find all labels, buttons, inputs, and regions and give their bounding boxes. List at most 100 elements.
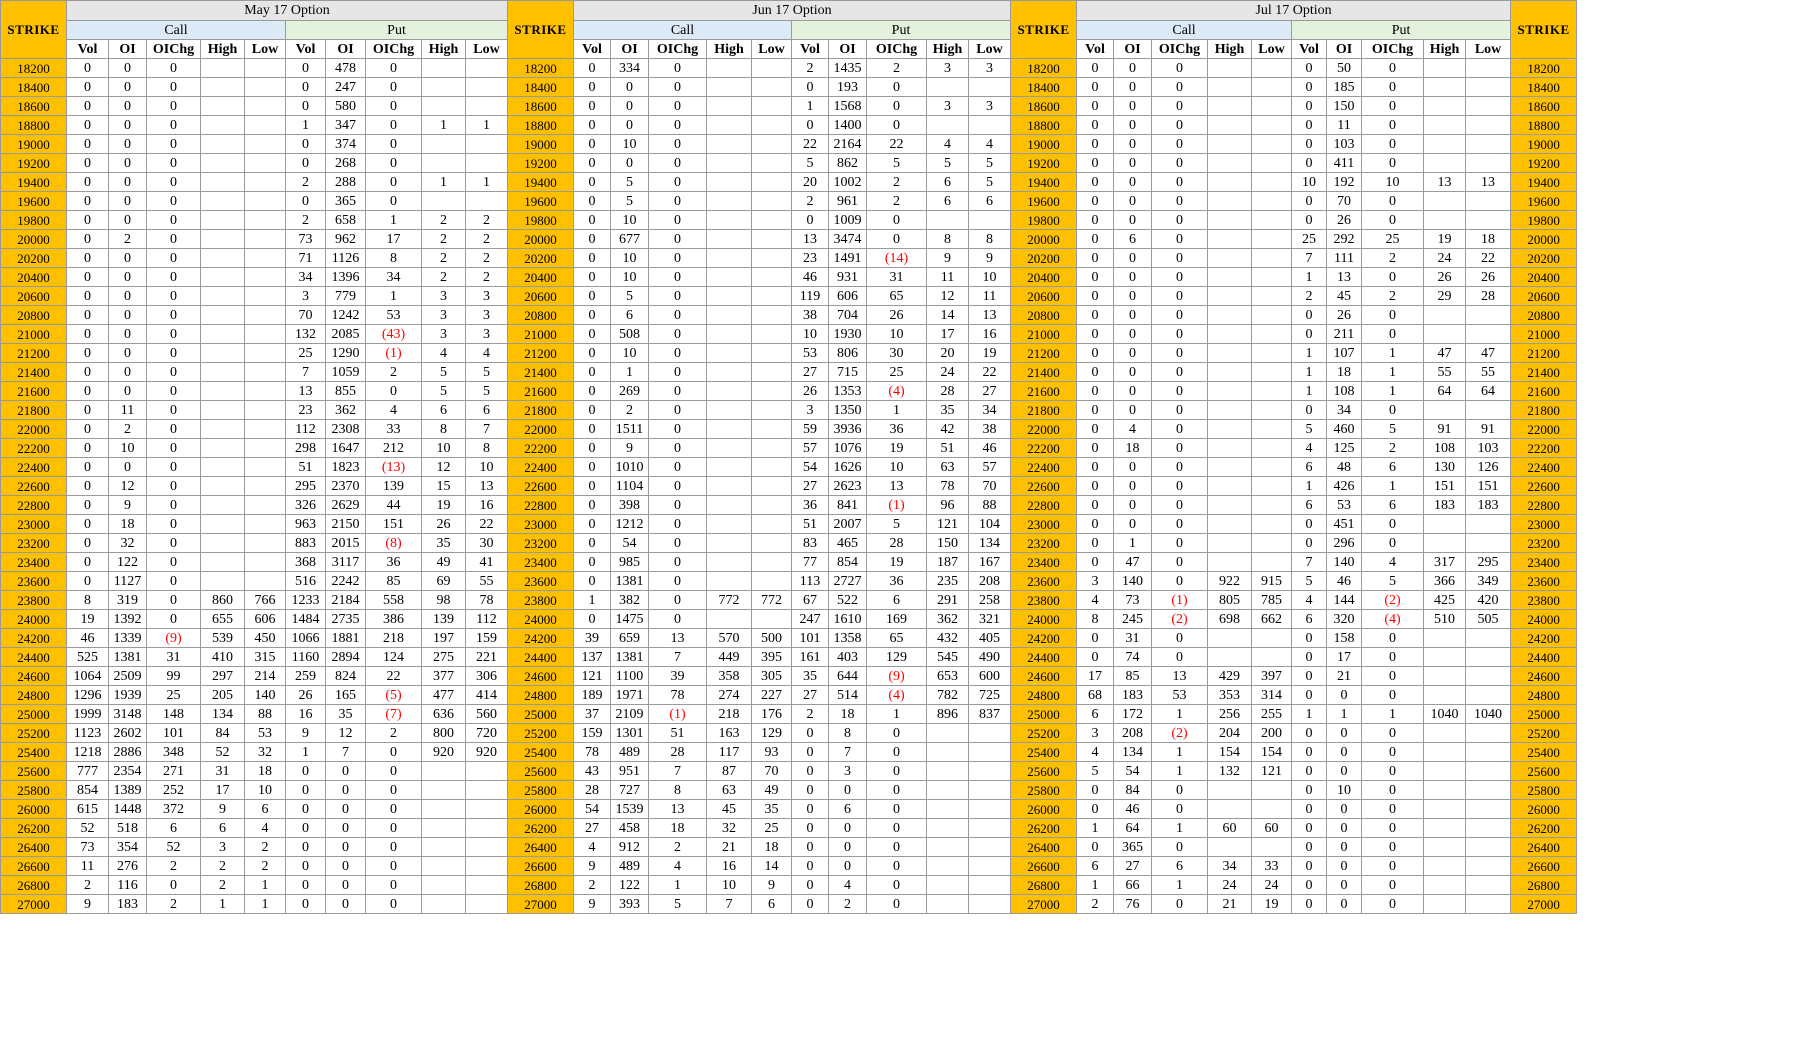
put-low-cell: 41 <box>465 552 508 572</box>
call-oichg-cell: 0 <box>648 96 707 116</box>
call-low-cell <box>244 58 286 78</box>
call-oi-cell: 0 <box>610 115 649 135</box>
put-oichg-cell: (2) <box>1361 590 1425 610</box>
put-high-cell: 1040 <box>1423 704 1467 724</box>
put-oi-cell: 0 <box>828 856 867 876</box>
column-header-high: High <box>1423 39 1467 59</box>
put-high-cell <box>1423 780 1467 800</box>
strike-cell: 24400 <box>507 647 574 667</box>
put-oi-cell: 365 <box>325 191 366 211</box>
call-oi-cell: 0 <box>610 153 649 173</box>
call-vol-cell: 2 <box>573 875 611 895</box>
put-low-cell <box>1465 837 1512 857</box>
call-high-cell <box>1207 647 1253 667</box>
call-low-cell <box>244 495 286 515</box>
strike-cell: 20600 <box>0 286 67 306</box>
call-low-cell <box>244 362 286 382</box>
put-oichg-cell: 4 <box>1361 552 1425 572</box>
put-vol-cell: 6 <box>1291 609 1328 629</box>
put-oichg-cell: 1 <box>1361 476 1425 496</box>
put-oi-cell: 1 <box>1326 704 1363 724</box>
put-vol-cell: 883 <box>285 533 326 553</box>
call-oi-cell: 365 <box>1113 837 1153 857</box>
call-high-cell <box>706 457 752 477</box>
call-low-cell <box>751 362 792 382</box>
call-oichg-cell: 0 <box>1151 305 1209 325</box>
put-oichg-cell: 0 <box>365 134 422 154</box>
put-vol-cell: 1160 <box>285 647 326 667</box>
call-oichg-cell: 78 <box>648 685 707 705</box>
put-oichg-cell: 1 <box>1361 343 1425 363</box>
call-high-cell <box>706 419 752 439</box>
column-header-high: High <box>421 39 466 59</box>
call-oi-cell: 2886 <box>108 742 147 762</box>
call-low-cell: 305 <box>751 666 792 686</box>
strike-cell: 20800 <box>1010 305 1078 325</box>
call-vol-cell: 43 <box>573 761 611 781</box>
call-low-cell: 129 <box>751 723 792 743</box>
put-high-cell <box>1423 324 1467 344</box>
call-low-cell <box>751 495 792 515</box>
put-high-cell <box>926 761 969 781</box>
put-oi-cell: 522 <box>828 590 867 610</box>
strike-cell: 21200 <box>0 343 67 363</box>
strike-cell: 23600 <box>507 571 574 591</box>
put-high-cell <box>1423 761 1467 781</box>
strike-cell: 22400 <box>507 457 574 477</box>
call-oichg-cell: 0 <box>648 305 707 325</box>
put-vol-cell: 0 <box>1291 134 1328 154</box>
strike-cell: 25800 <box>507 780 574 800</box>
put-high-cell <box>926 780 969 800</box>
call-vol-cell: 78 <box>573 742 611 762</box>
call-high-cell <box>1207 514 1253 534</box>
call-oi-cell: 85 <box>1113 666 1153 686</box>
strike-cell: 25000 <box>0 704 67 724</box>
put-low-cell: 3 <box>967 58 1012 78</box>
column-header-oichg: OIChg <box>648 39 707 59</box>
put-oichg-cell: 0 <box>1361 267 1425 287</box>
call-high-cell <box>200 134 245 154</box>
call-oichg-cell: 0 <box>648 533 707 553</box>
call-low-cell <box>1251 267 1293 287</box>
put-oi-cell: 1568 <box>828 96 867 116</box>
put-oi-cell: 514 <box>828 685 867 705</box>
put-oichg-cell: 36 <box>866 571 927 591</box>
put-high-cell: 362 <box>926 609 969 629</box>
call-vol-cell: 0 <box>66 343 109 363</box>
call-oi-cell: 84 <box>1113 780 1153 800</box>
put-vol-cell: 0 <box>1291 723 1328 743</box>
put-high-cell <box>926 723 969 743</box>
call-high-cell: 256 <box>1207 704 1253 724</box>
put-low-cell <box>465 191 508 211</box>
call-high-cell <box>706 552 752 572</box>
put-high-cell <box>421 191 466 211</box>
put-low-cell <box>1465 818 1512 838</box>
put-low-cell: 208 <box>967 571 1012 591</box>
strike-cell: 26600 <box>507 856 574 876</box>
call-high-cell <box>706 495 752 515</box>
call-low-cell <box>1251 172 1293 192</box>
strike-cell: 20600 <box>1510 286 1578 306</box>
strike-cell: 20800 <box>507 305 574 325</box>
strike-cell: 26000 <box>507 799 574 819</box>
call-high-cell: 63 <box>706 780 752 800</box>
strike-cell: 26400 <box>1010 837 1078 857</box>
put-oichg-cell: 0 <box>1361 894 1425 914</box>
call-high-cell: 698 <box>1207 609 1253 629</box>
call-oi-cell: 74 <box>1113 647 1153 667</box>
put-oichg-cell: 33 <box>365 419 422 439</box>
strike-cell: 22200 <box>1010 438 1078 458</box>
call-oichg-cell: 0 <box>1151 58 1209 78</box>
put-high-cell <box>1423 666 1467 686</box>
column-header-vol: Vol <box>1291 39 1328 59</box>
put-low-cell <box>1465 191 1512 211</box>
put-low-cell <box>465 837 508 857</box>
call-vol-cell: 0 <box>573 438 611 458</box>
put-high-cell: 108 <box>1423 438 1467 458</box>
put-oi-cell: 0 <box>1326 875 1363 895</box>
put-low-cell: 2 <box>465 210 508 230</box>
call-low-cell <box>244 343 286 363</box>
call-oi-cell: 1104 <box>610 476 649 496</box>
call-high-cell <box>706 210 752 230</box>
put-high-cell <box>1423 875 1467 895</box>
